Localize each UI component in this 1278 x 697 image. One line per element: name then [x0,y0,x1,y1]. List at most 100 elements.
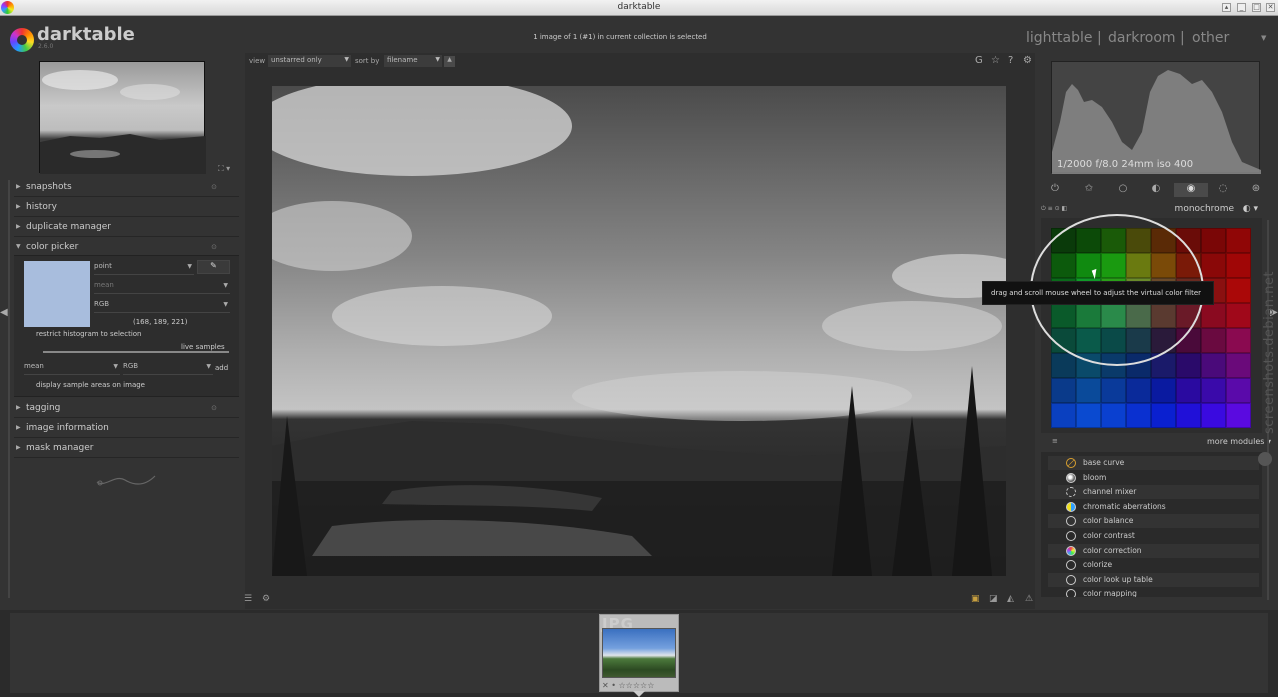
module-duplicate-manager[interactable]: ▶ duplicate manager [14,219,239,237]
color-filter-cell[interactable] [1226,403,1251,428]
reset-icon[interactable]: ⊙ [211,183,217,191]
color-filter-cell[interactable] [1151,403,1176,428]
color-filter-cell[interactable] [1201,328,1226,353]
reset-icon[interactable]: ⊙ [211,243,217,251]
navigation-thumbnail[interactable] [39,61,206,174]
color-filter-cell[interactable] [1201,303,1226,328]
picker-button[interactable]: ✎ [197,260,230,274]
left-panel-collapse-icon[interactable]: ◀ [0,307,8,318]
color-filter-cell[interactable] [1201,378,1226,403]
favorites-icon[interactable]: ✩ [1079,183,1099,197]
filmstrip-thumbnail[interactable]: JPG ✕ • ☆☆☆☆☆ [599,614,679,692]
zoom-fit-icon[interactable]: ⛶ ▾ [218,164,230,174]
module-snapshots[interactable]: ▶ snapshots ⊙ [14,179,239,197]
color-filter-cell[interactable] [1201,403,1226,428]
module-list-item[interactable]: chromatic aberrations [1048,500,1259,514]
styles-icon[interactable]: ⚙ [262,594,270,604]
color-filter-cell[interactable] [1126,403,1151,428]
overexposed-warning-icon[interactable]: ⚠ [1025,594,1033,604]
view-lighttable[interactable]: lighttable [1026,30,1093,46]
grouping-icon[interactable]: G [975,55,983,66]
color-filter-cell[interactable] [1201,353,1226,378]
help-icon[interactable]: ? [1008,55,1013,66]
module-image-information[interactable]: ▶ image information [14,420,239,438]
color-filter-cell[interactable] [1126,378,1151,403]
module-list-item[interactable]: color correction [1048,543,1259,558]
picker-mode-select[interactable]: point ▼ [94,262,194,275]
color-filter-cell[interactable] [1226,353,1251,378]
module-monochrome-header[interactable]: ⏻ ≡ ⊙ ◧ monochrome ◐ ▾ [1041,203,1262,217]
module-list-item[interactable]: color contrast [1048,529,1259,543]
color-filter-cell[interactable] [1201,228,1226,253]
minimize-button[interactable]: _ [1237,3,1246,12]
color-filter-cell[interactable] [1226,228,1251,253]
color-filter-cell[interactable] [1051,353,1076,378]
star-rating[interactable]: ✕ • ☆☆☆☆☆ [602,681,654,690]
view-other[interactable]: other [1192,30,1229,46]
color-filter-cell[interactable] [1051,378,1076,403]
more-modules-menu-icon[interactable]: ≡ [1052,437,1058,445]
bottom-panel-toggle-icon[interactable] [633,691,645,697]
tone-group-icon[interactable]: ◐ [1146,183,1166,197]
main-image[interactable] [272,86,1006,576]
left-scrollbar[interactable] [8,180,10,598]
module-list-item[interactable]: bloom [1048,471,1259,485]
color-filter-cell[interactable] [1226,378,1251,403]
module-list-item[interactable]: channel mixer [1048,485,1259,500]
statistic-select[interactable]: mean ▼ [94,281,230,294]
more-modules-header[interactable]: ≡ more modules ▾ [1047,437,1271,449]
color-filter-cell[interactable] [1076,403,1101,428]
color-filter-cell[interactable] [1176,378,1201,403]
color-group-icon[interactable]: ◉ [1174,183,1208,197]
module-mask-manager[interactable]: ▶ mask manager [14,440,239,458]
module-list-item[interactable]: colorize [1048,558,1259,572]
add-sample-button[interactable]: add [215,364,228,372]
basic-group-icon[interactable]: ○ [1113,183,1133,197]
softproof-icon[interactable]: ◪ [989,594,998,604]
module-list-item[interactable]: color look up table [1048,572,1259,587]
module-history[interactable]: ▶ history [14,199,239,217]
window-up-button[interactable]: ▴ [1222,3,1231,12]
overlay-star-icon[interactable]: ☆ [991,55,1000,66]
restrict-histogram-checkbox[interactable]: restrict histogram to selection [36,330,142,338]
color-filter-cell[interactable] [1226,303,1251,328]
module-controls-icon[interactable]: ⏻ ≡ ⊙ ◧ [1041,205,1067,213]
color-filter-cell[interactable] [1151,378,1176,403]
sample-colorspace-select[interactable]: RGB ▼ [123,362,213,375]
module-list-item[interactable]: color mapping [1048,587,1259,597]
module-tagging[interactable]: ▶ tagging ⊙ [14,400,239,418]
module-list-item[interactable]: base curve [1048,456,1259,470]
view-filter-select[interactable]: unstarred only ▼ [268,55,351,67]
color-filter-cell[interactable] [1101,403,1126,428]
gamut-check-icon[interactable]: ◭ [1007,594,1014,604]
sort-select[interactable]: filename ▼ [384,55,442,67]
correct-group-icon[interactable]: ◌ [1213,183,1233,197]
view-darkroom[interactable]: darkroom [1108,30,1176,46]
power-icon[interactable]: ⏻ [1045,183,1065,197]
color-filter-cell[interactable] [1176,353,1201,378]
module-list-item[interactable]: color balance [1048,514,1259,529]
sample-statistic-select[interactable]: mean ▼ [24,362,120,375]
color-filter-cell[interactable] [1101,378,1126,403]
maximize-button[interactable]: □ [1252,3,1261,12]
color-filter-cell[interactable] [1226,278,1251,303]
color-filter-cell[interactable] [1176,403,1201,428]
views-dropdown-icon[interactable]: ▼ [1261,34,1266,42]
colorspace-select[interactable]: RGB ▼ [94,300,230,313]
close-button[interactable]: ✕ [1266,3,1275,12]
color-filter-cell[interactable] [1076,378,1101,403]
color-filter-cell[interactable] [1201,253,1226,278]
display-samples-checkbox[interactable]: display sample areas on image [36,381,145,389]
preferences-gear-icon[interactable]: ⚙ [1023,55,1032,66]
color-filter-cell[interactable] [1051,403,1076,428]
color-filter-cell[interactable] [1226,253,1251,278]
sort-direction-icon[interactable]: ▲ [444,56,455,67]
color-assessment-icon[interactable]: ▣ [971,594,980,604]
color-filter-cell[interactable] [1226,328,1251,353]
expand-icon: ▶ [16,183,21,190]
effect-group-icon[interactable]: ⊛ [1246,183,1266,197]
module-options-icon[interactable]: ◐ ▾ [1243,204,1258,214]
quick-access-icon[interactable]: ☰ [244,594,252,604]
histogram[interactable]: 1/2000 f/8.0 24mm iso 400 [1051,61,1261,174]
reset-icon[interactable]: ⊙ [211,404,217,412]
